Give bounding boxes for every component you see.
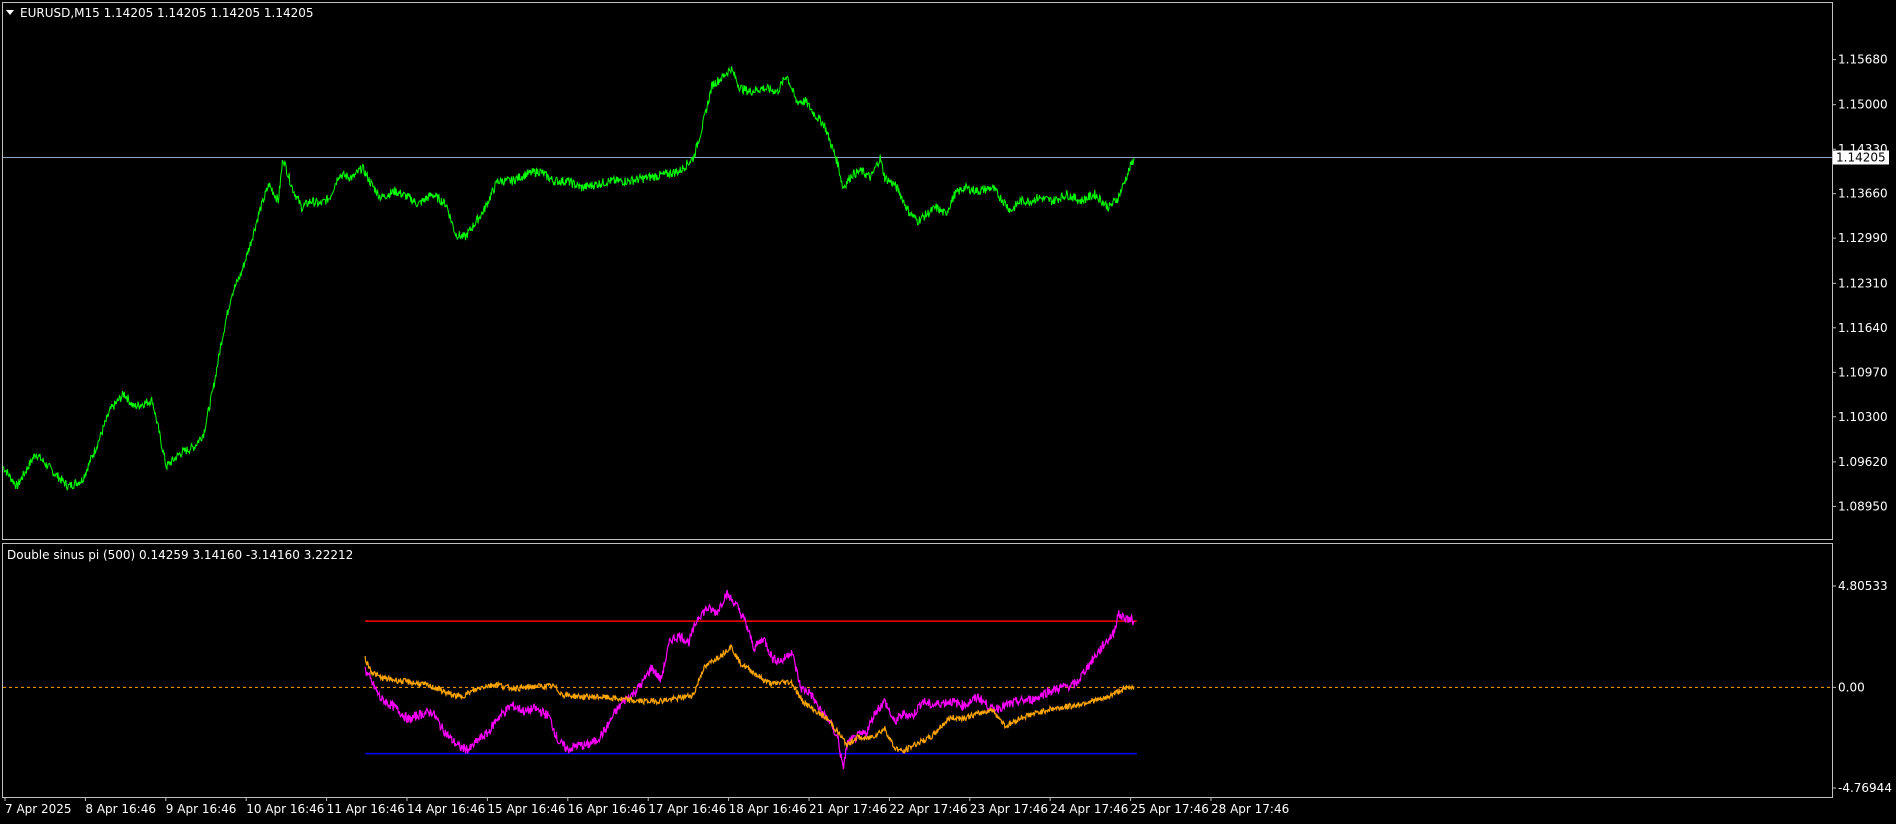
indicator-pane[interactable]: 4.80533 0.00 -4.76944 Double sinus pi (500… (2, 543, 1892, 798)
time-tick-label: 25 Apr 17:46 (1131, 802, 1209, 816)
price-tick-label: 1.13660 (1838, 187, 1888, 201)
price-tick-label: 1.11640 (1838, 321, 1888, 335)
indicator-tick-label: 0.00 (1838, 680, 1865, 694)
mt4-chart-window: 1.15680 1.15000 1.14330 1.13660 1.12990 1.123… (0, 0, 1896, 820)
indicator-series-line (364, 590, 1135, 770)
time-tick-label: 24 Apr 17:46 (1050, 802, 1128, 816)
price-axis: 1.156801.150001.143301.136601.129901.123… (1832, 53, 1888, 513)
symbol-title: EURUSD,M15 1.14205 1.14205 1.14205 1.142… (20, 6, 314, 20)
time-tick-label: 18 Apr 16:46 (729, 802, 807, 816)
current-price-label: 1.14205 (1836, 150, 1886, 164)
time-tick-label: 7 Apr 2025 (5, 802, 72, 816)
chart-canvas[interactable]: 1.156801.150001.143301.136601.129901.123… (0, 0, 1896, 820)
price-tick-label: 1.15680 (1838, 53, 1888, 67)
time-tick-label: 23 Apr 17:46 (970, 802, 1048, 816)
caret-down-icon[interactable] (6, 10, 14, 15)
indicator-tick-label: 4.80533 (1838, 579, 1888, 593)
indicator-axis: 4.80533 0.00 -4.76944 (1832, 579, 1892, 795)
time-tick-label: 15 Apr 16:46 (487, 802, 565, 816)
price-tick-label: 1.15000 (1838, 98, 1888, 112)
indicator-levels (3, 620, 1832, 755)
time-tick-label: 9 Apr 16:46 (166, 802, 237, 816)
price-tick-label: 1.10300 (1838, 410, 1888, 424)
indicator-series-group (364, 590, 1135, 770)
price-series-line (2, 66, 1135, 491)
indicator-pane-frame (2, 543, 1833, 798)
price-tick-label: 1.08950 (1838, 499, 1888, 513)
price-pane[interactable]: 1.156801.150001.143301.136601.129901.123… (2, 2, 1890, 540)
time-tick-label: 22 Apr 17:46 (889, 802, 967, 816)
price-tick-label: 1.10970 (1838, 365, 1888, 379)
current-price-badge: 1.14205 (1833, 150, 1889, 165)
indicator-title: Double sinus pi (500) 0.14259 3.14160 -3… (7, 548, 353, 562)
price-pane-frame (2, 2, 1833, 540)
time-tick-label: 16 Apr 16:46 (568, 802, 646, 816)
time-tick-label: 28 Apr 17:46 (1211, 802, 1289, 816)
price-series-group (2, 66, 1135, 491)
price-tick-label: 1.09620 (1838, 455, 1888, 469)
indicator-tick-label: -4.76944 (1838, 781, 1892, 795)
time-tick-label: 11 Apr 16:46 (327, 802, 405, 816)
price-tick-label: 1.12310 (1838, 276, 1888, 290)
time-tick-label: 8 Apr 16:46 (85, 802, 156, 816)
symbol-header[interactable]: EURUSD,M15 1.14205 1.14205 1.14205 1.142… (6, 6, 314, 20)
time-tick-label: 14 Apr 16:46 (407, 802, 485, 816)
time-tick-label: 21 Apr 17:46 (809, 802, 887, 816)
time-axis: 7 Apr 2025 8 Apr 16:46 9 Apr 16:46 10 Apr 1… (4, 797, 1289, 816)
time-tick-label: 10 Apr 16:46 (246, 802, 324, 816)
price-tick-label: 1.12990 (1838, 231, 1888, 245)
time-tick-label: 17 Apr 16:46 (648, 802, 726, 816)
